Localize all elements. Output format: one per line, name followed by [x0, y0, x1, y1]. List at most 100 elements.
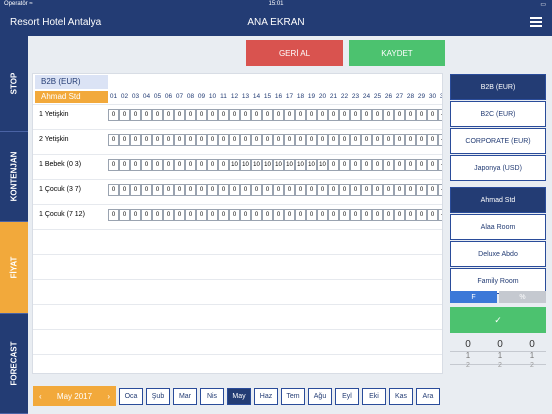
price-cell[interactable]: 0: [207, 134, 218, 146]
price-cell[interactable]: 0: [350, 184, 361, 196]
price-cell[interactable]: 0: [317, 184, 328, 196]
toggle-percent[interactable]: %: [499, 291, 546, 303]
price-cell[interactable]: 0: [394, 109, 405, 121]
price-cell[interactable]: 0: [141, 184, 152, 196]
price-cell[interactable]: 0: [295, 184, 306, 196]
price-cell[interactable]: 0: [196, 109, 207, 121]
save-button[interactable]: KAYDET: [349, 40, 445, 66]
price-cell[interactable]: 0: [405, 184, 416, 196]
price-cell[interactable]: 0: [394, 159, 405, 171]
price-cell[interactable]: 0: [240, 109, 251, 121]
price-cell[interactable]: 0: [130, 134, 141, 146]
price-cell[interactable]: -1: [438, 134, 442, 146]
room-button[interactable]: Ahmad Std: [450, 187, 546, 213]
month-button[interactable]: Eki: [362, 388, 386, 405]
price-cell[interactable]: 0: [328, 184, 339, 196]
price-cell[interactable]: 0: [394, 184, 405, 196]
price-type-button[interactable]: CORPORATE (EUR): [450, 128, 546, 154]
price-cell[interactable]: 0: [361, 109, 372, 121]
price-cell[interactable]: 0: [130, 209, 141, 221]
price-cell[interactable]: 0: [361, 209, 372, 221]
price-cell[interactable]: 0: [317, 134, 328, 146]
price-cell[interactable]: 0: [262, 109, 273, 121]
price-cell[interactable]: 0: [130, 109, 141, 121]
price-cell[interactable]: 0: [328, 209, 339, 221]
month-button[interactable]: Mar: [173, 388, 197, 405]
price-cell[interactable]: 0: [218, 209, 229, 221]
confirm-button[interactable]: ✓: [450, 307, 546, 333]
price-cell[interactable]: 0: [108, 109, 119, 121]
price-cell[interactable]: 0: [174, 109, 185, 121]
price-cell[interactable]: 0: [141, 109, 152, 121]
price-cell[interactable]: 0: [295, 134, 306, 146]
price-cell[interactable]: 0: [350, 134, 361, 146]
price-cell[interactable]: 0: [394, 134, 405, 146]
price-cell[interactable]: 10: [317, 159, 328, 171]
price-cell[interactable]: 0: [273, 184, 284, 196]
price-cell[interactable]: 0: [306, 209, 317, 221]
price-cell[interactable]: 0: [262, 209, 273, 221]
month-button[interactable]: Şub: [146, 388, 170, 405]
price-cell[interactable]: 0: [416, 209, 427, 221]
price-cell[interactable]: 0: [229, 184, 240, 196]
price-cell[interactable]: 0: [229, 134, 240, 146]
tab-stop[interactable]: STOP: [0, 36, 28, 132]
price-cell[interactable]: 10: [273, 159, 284, 171]
month-button[interactable]: Tem: [281, 388, 305, 405]
price-cell[interactable]: 0: [405, 109, 416, 121]
price-cell[interactable]: -1: [438, 109, 442, 121]
price-cell[interactable]: 0: [317, 209, 328, 221]
price-cell[interactable]: 0: [174, 209, 185, 221]
price-cell[interactable]: 0: [328, 159, 339, 171]
month-button[interactable]: Oca: [119, 388, 143, 405]
price-cell[interactable]: 0: [372, 209, 383, 221]
price-cell[interactable]: 0: [119, 159, 130, 171]
price-cell[interactable]: -1: [438, 184, 442, 196]
price-cell[interactable]: 0: [119, 134, 130, 146]
price-cell[interactable]: 0: [394, 209, 405, 221]
price-cell[interactable]: 0: [383, 134, 394, 146]
price-cell[interactable]: 0: [262, 134, 273, 146]
price-cell[interactable]: 0: [185, 209, 196, 221]
price-cell[interactable]: 10: [251, 159, 262, 171]
price-type-button[interactable]: Japonya (USD): [450, 155, 546, 181]
price-cell[interactable]: 0: [196, 209, 207, 221]
month-year-selector[interactable]: ‹ May 2017 ›: [33, 386, 116, 406]
price-cell[interactable]: 0: [416, 184, 427, 196]
price-cell[interactable]: -1: [438, 159, 442, 171]
price-cell[interactable]: 0: [372, 159, 383, 171]
price-cell[interactable]: 0: [317, 109, 328, 121]
price-cell[interactable]: 0: [427, 184, 438, 196]
price-cell[interactable]: 0: [284, 134, 295, 146]
price-cell[interactable]: 0: [163, 184, 174, 196]
room-button[interactable]: Deluxe Abdo: [450, 241, 546, 267]
price-cell[interactable]: 0: [339, 184, 350, 196]
number-picker[interactable]: 01 2: [484, 339, 516, 370]
toggle-fixed[interactable]: F: [450, 291, 497, 303]
month-button[interactable]: Ara: [416, 388, 440, 405]
price-cell[interactable]: 0: [427, 134, 438, 146]
price-cell[interactable]: 0: [163, 209, 174, 221]
price-cell[interactable]: 0: [339, 134, 350, 146]
price-cell[interactable]: 0: [152, 109, 163, 121]
price-cell[interactable]: 0: [185, 109, 196, 121]
price-cell[interactable]: 0: [306, 134, 317, 146]
price-cell[interactable]: 0: [416, 159, 427, 171]
price-type-button[interactable]: B2B (EUR): [450, 74, 546, 100]
room-button[interactable]: Alaa Room: [450, 214, 546, 240]
price-cell[interactable]: 0: [372, 184, 383, 196]
number-picker[interactable]: 01 2: [452, 339, 484, 370]
price-cell[interactable]: 0: [339, 209, 350, 221]
price-cell[interactable]: 0: [207, 209, 218, 221]
price-cell[interactable]: 0: [273, 209, 284, 221]
month-button[interactable]: Ağu: [308, 388, 332, 405]
price-cell[interactable]: 0: [174, 134, 185, 146]
price-cell[interactable]: 0: [339, 159, 350, 171]
price-cell[interactable]: 0: [295, 109, 306, 121]
price-cell[interactable]: 0: [152, 184, 163, 196]
price-type-button[interactable]: B2C (EUR): [450, 101, 546, 127]
price-cell[interactable]: 0: [251, 209, 262, 221]
price-cell[interactable]: 0: [427, 109, 438, 121]
month-button[interactable]: Eyl: [335, 388, 359, 405]
price-cell[interactable]: 0: [185, 159, 196, 171]
